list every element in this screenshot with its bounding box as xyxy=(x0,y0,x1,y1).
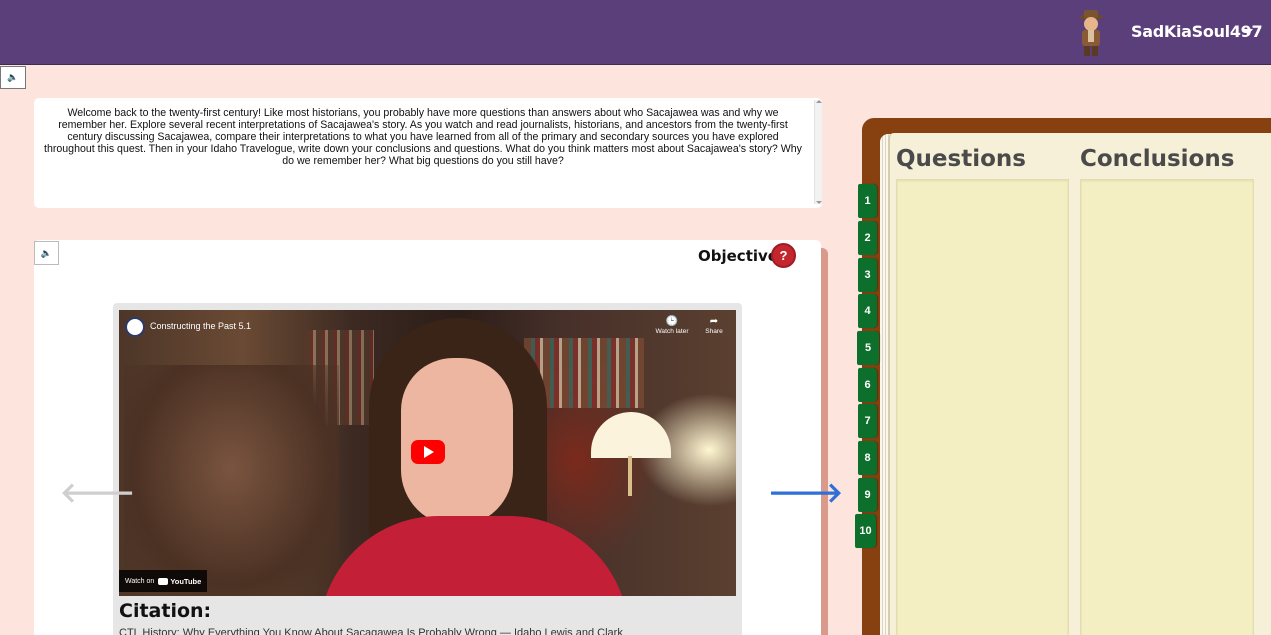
watch-later-label: Watch later xyxy=(655,328,689,335)
arrow-left-icon[interactable]: 🡐 xyxy=(60,479,135,507)
conclusions-heading: Conclusions xyxy=(1080,146,1235,172)
citation-heading: Citation: xyxy=(119,600,212,622)
intro-instructions: Welcome back to the twenty-first century… xyxy=(34,98,822,208)
citation-text: CTL History: Why Everything You Know Abo… xyxy=(119,627,623,635)
watch-on-youtube-button[interactable]: Watch on YouTube xyxy=(119,570,208,592)
video-frame-statue xyxy=(124,365,339,596)
speaker-icon[interactable]: 🔈 xyxy=(0,66,26,89)
watch-later-button[interactable]: 🕒 Watch later xyxy=(652,316,692,335)
video-frame-lamp xyxy=(591,412,671,458)
speaker-icon[interactable]: 🔈 xyxy=(34,241,59,265)
video-player[interactable]: Constructing the Past 5.1 🕒 Watch later … xyxy=(119,310,736,596)
share-label: Share xyxy=(705,328,723,335)
page-tab-3[interactable]: 3 xyxy=(858,258,877,292)
play-icon[interactable] xyxy=(411,440,445,464)
caret-down-icon[interactable] xyxy=(1243,29,1253,35)
watch-on-label: Watch on xyxy=(125,577,155,585)
page-tab-10[interactable]: 10 xyxy=(855,514,876,548)
top-navigation-bar: SadKiaSoul497 xyxy=(0,0,1271,65)
page-tab-5[interactable]: 5 xyxy=(857,331,879,365)
explorer-avatar-icon[interactable] xyxy=(1074,8,1108,58)
page-tab-4[interactable]: 4 xyxy=(858,294,877,328)
help-icon[interactable]: ? xyxy=(771,243,796,268)
video-frame-speaker-shirt xyxy=(319,516,629,596)
video-frame-lamp-pole xyxy=(628,456,632,496)
page-tab-7[interactable]: 7 xyxy=(858,404,877,438)
page-tab-1[interactable]: 1 xyxy=(858,184,877,218)
arrow-right-icon[interactable]: 🡒 xyxy=(768,479,843,507)
questions-textarea[interactable] xyxy=(896,179,1069,635)
share-icon: ➦ xyxy=(709,316,719,327)
channel-logo-icon[interactable] xyxy=(125,317,145,337)
objective-label: Objective xyxy=(698,247,778,265)
clock-icon: 🕒 xyxy=(665,316,679,327)
intro-text: Welcome back to the twenty-first century… xyxy=(44,107,802,167)
conclusions-textarea[interactable] xyxy=(1080,179,1254,635)
video-title[interactable]: Constructing the Past 5.1 xyxy=(150,321,251,331)
intro-scrollbar[interactable] xyxy=(814,100,822,204)
questions-heading: Questions xyxy=(896,146,1026,172)
youtube-logo: YouTube xyxy=(158,577,201,586)
page-tab-2[interactable]: 2 xyxy=(858,221,877,255)
share-button[interactable]: ➦ Share xyxy=(699,316,729,335)
page-tab-9[interactable]: 9 xyxy=(858,478,877,512)
page-tab-8[interactable]: 8 xyxy=(858,441,877,475)
page-tab-6[interactable]: 6 xyxy=(858,368,877,402)
